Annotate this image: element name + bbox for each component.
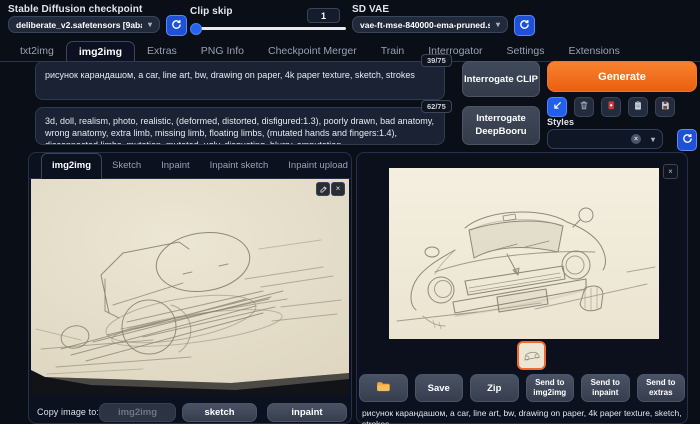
subtab-img2img[interactable]: img2img	[41, 153, 102, 179]
output-actions-row: Save Zip Send to img2img Send to inpaint…	[359, 374, 685, 402]
extra-networks-button[interactable]	[601, 97, 621, 117]
source-sketch-drawing	[31, 179, 349, 395]
apply-style-button[interactable]	[628, 97, 648, 117]
edit-pencil-icon	[320, 180, 327, 198]
refresh-icon	[171, 17, 182, 35]
checkpoint-value: deliberate_v2.safetensors [9aba26abdf]	[16, 20, 142, 30]
sd-webui-page: Stable Diffusion checkpoint deliberate_v…	[0, 0, 700, 424]
send-to-img2img-button[interactable]: Send to img2img	[526, 374, 575, 402]
clip-skip-slider-handle[interactable]	[190, 23, 202, 35]
clip-skip-slider[interactable]	[191, 27, 346, 30]
clear-prompt-button[interactable]	[574, 97, 594, 117]
send-to-inpaint-button[interactable]: Send to inpaint	[581, 374, 630, 402]
paste-params-button[interactable]	[547, 97, 567, 117]
copy-to-img2img-button[interactable]: img2img	[99, 403, 176, 422]
generation-info-text: рисунок карандашом, a car, line art, bw,…	[362, 408, 682, 424]
img2img-source-panel: img2img Sketch Inpaint Inpaint sketch In…	[28, 152, 352, 424]
sd-vae-value: vae-ft-mse-840000-ema-pruned.safetensors	[360, 20, 490, 30]
subtab-inpaint[interactable]: Inpaint	[151, 153, 200, 178]
save-button[interactable]: Save	[415, 374, 464, 402]
output-image[interactable]	[389, 168, 659, 339]
tab-settings[interactable]: Settings	[495, 41, 557, 61]
copy-image-to-label: Copy image to:	[37, 407, 99, 417]
styles-refresh-button[interactable]	[677, 129, 697, 151]
send-to-extras-button[interactable]: Send to extras	[637, 374, 686, 402]
output-sketch-drawing	[389, 168, 659, 339]
close-icon: ×	[336, 185, 341, 193]
clip-skip-label: Clip skip	[190, 6, 233, 17]
output-panel: ×	[356, 152, 688, 424]
clipboard-icon	[633, 98, 643, 116]
tab-extensions[interactable]: Extensions	[556, 41, 631, 61]
negative-prompt-input[interactable]: 3d, doll, realism, photo, realistic, (de…	[35, 107, 445, 145]
sd-vae-label: SD VAE	[352, 4, 389, 15]
tab-txt2img[interactable]: txt2img	[8, 41, 66, 61]
interrogate-clip-button[interactable]: Interrogate CLIP	[462, 61, 540, 97]
chevron-down-icon: ▾	[651, 135, 655, 144]
tab-img2img[interactable]: img2img	[66, 41, 135, 62]
close-gallery-button[interactable]: ×	[663, 164, 678, 179]
subtab-inpaint-sketch[interactable]: Inpaint sketch	[200, 153, 279, 178]
tab-extras[interactable]: Extras	[135, 41, 189, 61]
sd-vae-refresh-button[interactable]	[514, 15, 535, 36]
negative-prompt-token-counter: 62/75	[421, 100, 452, 113]
refresh-icon	[682, 131, 693, 149]
copy-to-inpaint-button[interactable]: inpaint	[267, 403, 347, 422]
tab-train[interactable]: Train	[369, 41, 417, 61]
subtab-inpaint-upload[interactable]: Inpaint upload	[278, 153, 358, 178]
paste-params-icon	[552, 98, 562, 116]
subtab-sketch[interactable]: Sketch	[102, 153, 151, 178]
remove-image-button[interactable]: ×	[331, 182, 345, 196]
img2img-mode-tab-bar: img2img Sketch Inpaint Inpaint sketch In…	[29, 153, 351, 179]
clip-skip-value[interactable]: 1	[307, 8, 340, 23]
source-image[interactable]: ×	[31, 179, 349, 395]
tab-png-info[interactable]: PNG Info	[189, 41, 256, 61]
chevron-down-icon: ▾	[148, 20, 152, 29]
styles-dropdown[interactable]: × ▾	[547, 129, 663, 149]
prompt-input[interactable]: рисунок карандашом, a car, line art, bw,…	[35, 61, 445, 100]
main-tab-bar: txt2img img2img Extras PNG Info Checkpoi…	[0, 41, 700, 62]
gallery-thumbnail-selected[interactable]	[517, 341, 546, 370]
extra-networks-icon	[606, 98, 616, 116]
generate-button[interactable]: Generate	[547, 61, 697, 92]
refresh-icon	[519, 17, 530, 35]
prompt-token-counter: 39/75	[421, 54, 452, 67]
sd-vae-dropdown[interactable]: vae-ft-mse-840000-ema-pruned.safetensors…	[352, 16, 508, 33]
open-folder-button[interactable]	[359, 374, 408, 402]
checkpoint-refresh-button[interactable]	[166, 15, 187, 36]
copy-to-sketch-button[interactable]: sketch	[182, 403, 257, 422]
tab-checkpoint-merger[interactable]: Checkpoint Merger	[256, 41, 369, 61]
checkpoint-label: Stable Diffusion checkpoint	[8, 4, 142, 15]
edit-image-button[interactable]	[316, 182, 330, 196]
save-style-icon	[660, 98, 670, 116]
zip-button[interactable]: Zip	[470, 374, 519, 402]
save-style-button[interactable]	[655, 97, 675, 117]
checkpoint-dropdown[interactable]: deliberate_v2.safetensors [9aba26abdf] ▾	[8, 16, 160, 33]
chevron-down-icon: ▾	[496, 20, 500, 29]
folder-icon	[376, 379, 390, 397]
interrogate-deepbooru-button[interactable]: Interrogate DeepBooru	[462, 106, 540, 145]
thumbnail-sketch	[519, 343, 544, 368]
styles-clear-icon[interactable]: ×	[631, 134, 641, 144]
output-gallery: ×	[359, 155, 686, 371]
trash-icon	[579, 98, 589, 116]
close-icon: ×	[668, 168, 673, 176]
styles-label: Styles	[547, 117, 574, 127]
